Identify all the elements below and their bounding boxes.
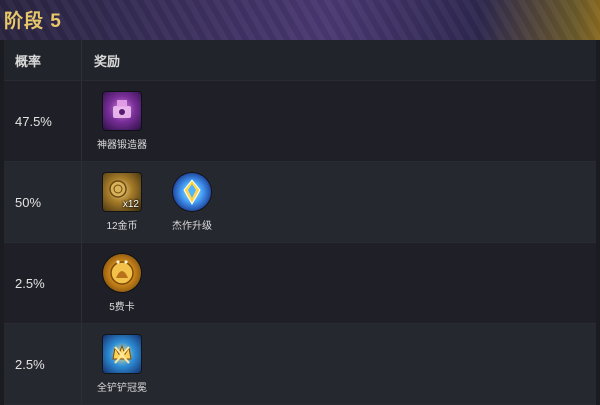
probability-cell: 47.5% [4,81,82,161]
reward-item[interactable]: 神器锻造器 [94,91,150,151]
reward-item[interactable]: 5费卡 [94,253,150,313]
artifact-anvil-icon [103,91,141,130]
table-row: 50% x12 12金币 杰作升级 [4,162,596,243]
reward-table: 概率 奖励 47.5% 神器锻造器 50% x12 12金币 杰作升级 2.5%… [4,40,596,405]
table-row: 2.5% 5费卡 [4,243,596,324]
probability-cell: 2.5% [4,324,82,404]
gold-coins-icon: x12 [103,172,141,211]
reward-item[interactable]: x12 12金币 [94,172,150,232]
reward-item[interactable]: 全铲铲冠冕 [94,334,150,394]
reward-cell: 5费卡 [82,243,596,323]
table-row: 2.5% 全铲铲冠冕 [4,324,596,405]
probability-header: 概率 [4,40,82,80]
reward-cell: x12 12金币 杰作升级 [82,162,596,242]
reward-label: 12金币 [106,220,138,232]
reward-header: 奖励 [94,53,121,69]
reward-cell: 神器锻造器 [82,81,596,161]
reward-cell: 全铲铲冠冕 [82,324,596,404]
reward-label: 神器锻造器 [97,139,147,151]
spatula-crown-icon [103,334,141,373]
reward-label: 全铲铲冠冕 [97,382,147,394]
masterwork-upgrade-icon [173,172,211,211]
five-cost-card-icon [103,253,141,292]
reward-label: 杰作升级 [172,220,212,232]
table-row: 47.5% 神器锻造器 [4,81,596,162]
reward-label: 5费卡 [109,301,135,313]
probability-cell: 50% [4,162,82,242]
table-header: 概率 奖励 [4,40,596,81]
stage-banner: 阶段 5 [0,0,600,40]
quantity-badge: x12 [122,198,139,210]
probability-cell: 2.5% [4,243,82,323]
stage-title: 阶段 5 [4,11,62,32]
reward-item[interactable]: 杰作升级 [164,172,220,232]
